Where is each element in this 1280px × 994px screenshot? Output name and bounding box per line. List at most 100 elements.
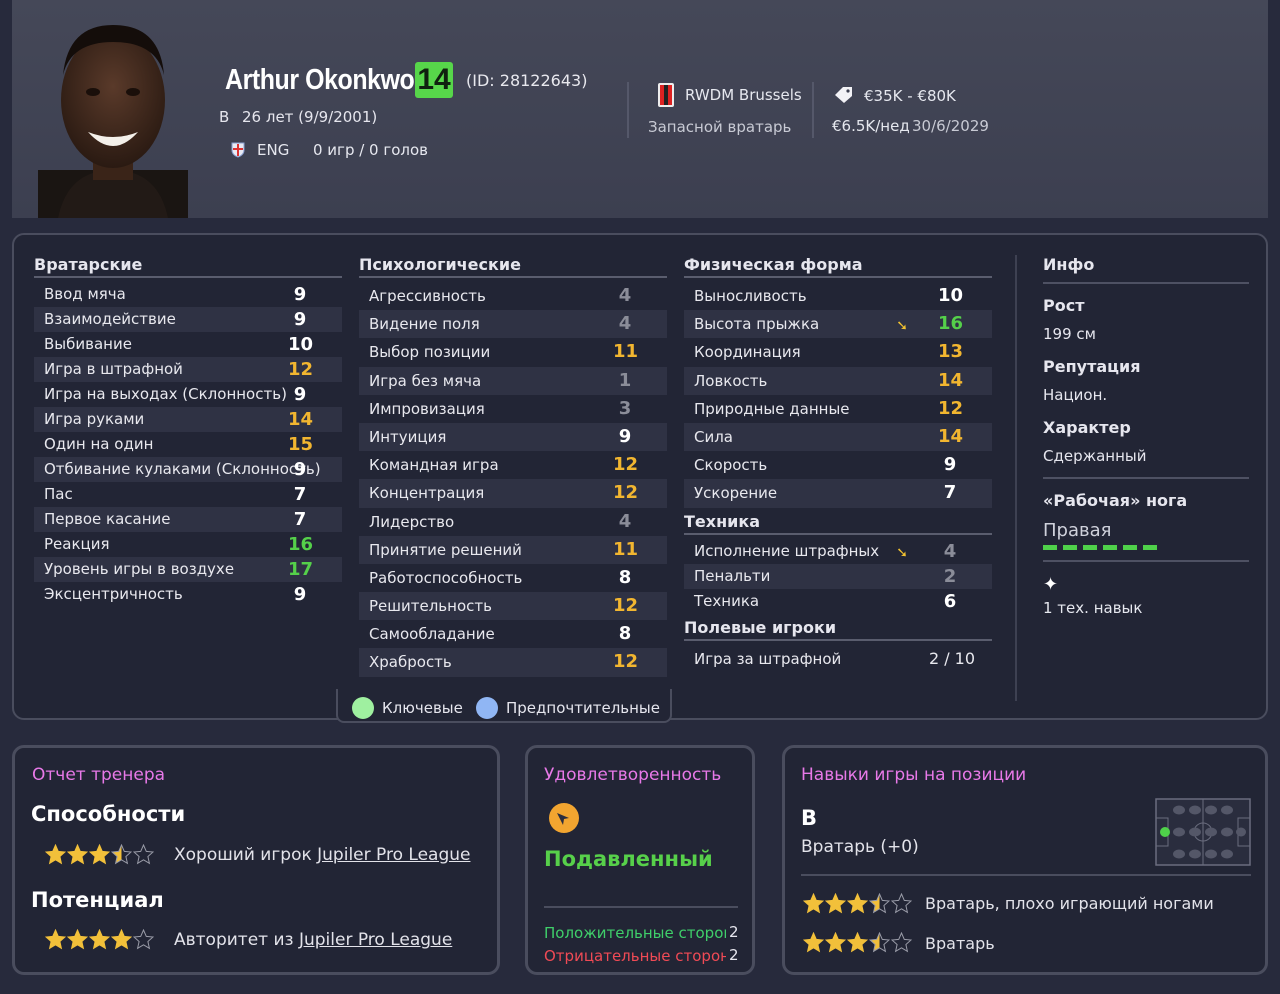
attribute-row[interactable]: Ускорение 7 <box>684 479 992 508</box>
attribute-value: 12 <box>613 595 639 617</box>
attribute-value: 13 <box>938 341 964 363</box>
attribute-row[interactable]: Отбивание кулаками (Склонность) 9 <box>34 457 342 482</box>
attribute-row[interactable]: Храбрость 12 <box>359 648 667 677</box>
nationality[interactable]: ENG <box>257 141 289 159</box>
attribute-label: Видение поля <box>369 315 480 334</box>
attribute-label: Отбивание кулаками (Склонность) <box>44 460 321 478</box>
role-stars <box>803 893 912 914</box>
traits-link[interactable]: 1 тех. навык <box>1043 599 1249 617</box>
attribute-value: 16 <box>288 534 314 555</box>
attribute-row[interactable]: Сила 14 <box>684 422 992 452</box>
attribute-row[interactable]: Игра за штрафной 2 / 10 <box>684 645 992 673</box>
attribute-row[interactable]: Взаимодействие 9 <box>34 307 342 332</box>
attribute-label: Реакция <box>44 535 110 553</box>
position-name: Вратарь (+0) <box>801 837 919 857</box>
positive-factors-link[interactable]: Положительные стороны <box>544 924 726 942</box>
attribute-label: Уровень игры в воздухе <box>44 560 235 578</box>
outfield-title: Полевые игроки <box>684 618 992 641</box>
coach-report-card: Отчет тренера Способности Хороший игрок … <box>12 745 500 975</box>
attribute-row[interactable]: Игра на выходах (Склонность) 9 <box>34 382 342 407</box>
mental-title: Психологические <box>359 255 667 278</box>
attribute-row[interactable]: Реакция 16 <box>34 532 342 557</box>
divider <box>1043 477 1249 479</box>
attribute-value: 11 <box>613 538 639 560</box>
negative-factors-link[interactable]: Отрицательные стороны <box>544 947 726 965</box>
england-shield-icon <box>231 142 245 158</box>
attribute-row[interactable]: Концентрация 12 <box>359 479 667 508</box>
attribute-row[interactable]: Выбивание 10 <box>34 332 342 357</box>
attribute-value: 7 <box>943 482 957 504</box>
attribute-row[interactable]: Пас 7 <box>34 482 342 507</box>
star-icon <box>133 844 154 865</box>
attribute-row[interactable]: Импровизация 3 <box>359 395 667 423</box>
attribute-row[interactable]: Один на один 15 <box>34 432 342 457</box>
attribute-label: Пас <box>44 485 73 503</box>
attribute-value: 9 <box>293 384 307 405</box>
personality-label: Характер <box>1043 418 1131 437</box>
attribute-row[interactable]: Природные данные 12 <box>684 395 992 423</box>
attribute-row[interactable]: Игра руками 14 <box>34 407 342 432</box>
attribute-value: 8 <box>618 566 632 588</box>
foot-value: Правая <box>1043 520 1112 541</box>
attribute-label: Первое касание <box>44 510 171 528</box>
player-id: (ID: 28122643) <box>466 71 588 90</box>
attribute-label: Пенальти <box>694 566 771 585</box>
club-name[interactable]: RWDM Brussels <box>685 86 802 104</box>
ability-heading: Способности <box>31 802 186 826</box>
attribute-label: Игра руками <box>44 410 145 428</box>
coach-report-title[interactable]: Отчет тренера <box>32 765 165 785</box>
attribute-row[interactable]: Скорость 9 <box>684 451 992 479</box>
star-icon <box>45 844 66 865</box>
attribute-row[interactable]: Игра в штрафной 12 <box>34 357 342 382</box>
preferred-attr-dot <box>476 697 498 719</box>
attribute-label: Лидерство <box>369 512 455 531</box>
physical-column: Физическая форма Выносливость 10 Высота пр… <box>684 255 992 673</box>
attribute-label: Импровизация <box>369 399 485 418</box>
star-icon <box>67 929 88 950</box>
attribute-row[interactable]: Уровень игры в воздухе 17 <box>34 557 342 582</box>
club-badge-icon[interactable] <box>657 82 675 108</box>
morale-title[interactable]: Удовлетворенность <box>544 765 721 785</box>
attribute-label: Агрессивность <box>369 287 486 305</box>
attribute-label: Ускорение <box>694 484 778 503</box>
positions-title[interactable]: Навыки игры на позиции <box>801 765 1026 785</box>
attribute-row[interactable]: Игра без мяча 1 <box>359 366 667 395</box>
attribute-row[interactable]: Агрессивность 4 <box>359 282 667 310</box>
attribute-value: 9 <box>943 454 957 476</box>
technique-title: Техника <box>684 512 992 535</box>
attribute-row[interactable]: Самообладание 8 <box>359 620 667 648</box>
pitch-diagram[interactable] <box>1155 798 1251 866</box>
attribute-row[interactable]: Видение поля 4 <box>359 310 667 339</box>
attribute-trend-icon: ➘ <box>896 544 908 561</box>
attribute-row[interactable]: Первое касание 7 <box>34 507 342 532</box>
attribute-row[interactable]: Работоспособность 8 <box>359 564 667 592</box>
attribute-row[interactable]: Высота прыжка ➘ 16 <box>684 310 992 339</box>
attribute-row[interactable]: Лидерство 4 <box>359 508 667 536</box>
attribute-label: Храбрость <box>369 653 452 672</box>
morale-state: Подавленный <box>544 847 713 871</box>
attribute-row[interactable]: Выносливость 10 <box>684 282 992 310</box>
star-icon <box>133 929 154 950</box>
league-link[interactable]: Jupiler Pro League <box>317 845 470 865</box>
attribute-row[interactable]: Интуиция 9 <box>359 422 667 452</box>
divider <box>544 906 738 908</box>
star-icon <box>825 893 846 914</box>
attribute-label: Принятие решений <box>369 540 522 559</box>
attribute-row[interactable]: Эксцентричность 9 <box>34 582 342 607</box>
attribute-row[interactable]: Ловкость 14 <box>684 366 992 395</box>
star-icon <box>825 932 846 953</box>
attribute-label: Один на один <box>44 435 154 453</box>
attribute-row[interactable]: Пенальти 2 <box>684 563 992 589</box>
attribute-row[interactable]: Принятие решений 11 <box>359 535 667 564</box>
attribute-row[interactable]: Исполнение штрафных ➘ 4 <box>684 539 992 564</box>
attribute-label: Взаимодействие <box>44 310 176 328</box>
attribute-row[interactable]: Ввод мяча 9 <box>34 282 342 307</box>
legend-key: Ключевые <box>382 699 463 717</box>
attribute-row[interactable]: Командная игра 12 <box>359 451 667 479</box>
league-link[interactable]: Jupiler Pro League <box>299 930 452 950</box>
attribute-row[interactable]: Координация 13 <box>684 338 992 366</box>
attribute-row[interactable]: Выбор позиции 11 <box>359 338 667 366</box>
attribute-row[interactable]: Техника 6 <box>684 589 992 614</box>
attribute-value: 10 <box>938 285 964 306</box>
attribute-row[interactable]: Решительность 12 <box>359 592 667 621</box>
